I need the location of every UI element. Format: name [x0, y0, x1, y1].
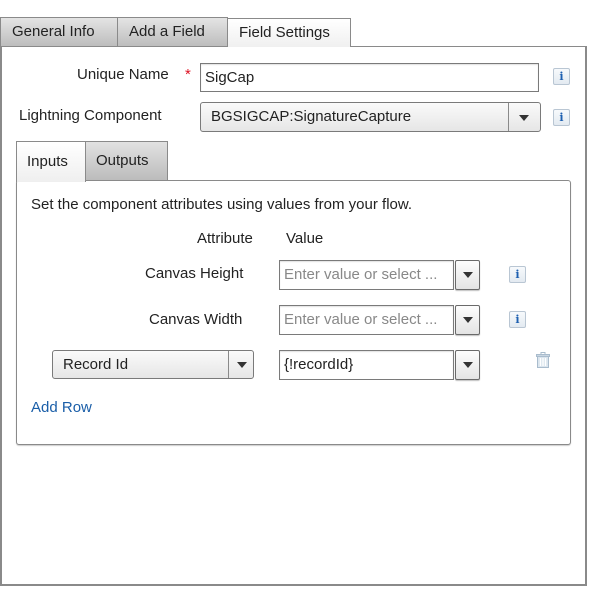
canvas-height-value-dropdown[interactable] — [455, 260, 480, 290]
info-icon[interactable]: i — [509, 266, 526, 283]
lightning-component-select[interactable]: BGSIGCAP:SignatureCapture — [200, 102, 541, 132]
tab-general-info[interactable]: General Info — [0, 17, 118, 46]
select-divider — [508, 103, 509, 131]
chevron-down-icon — [237, 362, 247, 368]
chevron-down-icon — [463, 272, 473, 278]
info-icon[interactable]: i — [553, 109, 570, 126]
attribute-label-canvas-height: Canvas Height — [145, 265, 244, 282]
tab-add-a-field[interactable]: Add a Field — [117, 17, 228, 46]
column-header-value: Value — [286, 230, 324, 247]
tab-outputs[interactable]: Outputs — [85, 141, 168, 180]
tab-inputs[interactable]: Inputs — [16, 141, 86, 182]
canvas-height-value-input[interactable]: Enter value or select ... — [279, 260, 454, 290]
select-divider — [228, 351, 229, 378]
lightning-component-label: Lightning Component — [19, 107, 162, 124]
inputs-description: Set the component attributes using value… — [31, 196, 413, 213]
trash-icon[interactable] — [536, 352, 550, 372]
unique-name-label: Unique Name — [77, 66, 169, 83]
unique-name-input[interactable]: SigCap — [200, 63, 539, 92]
tab-field-settings[interactable]: Field Settings — [227, 18, 351, 47]
attribute-select-record-id[interactable]: Record Id — [52, 350, 254, 379]
canvas-width-value-input[interactable]: Enter value or select ... — [279, 305, 454, 335]
info-icon[interactable]: i — [553, 68, 570, 85]
chevron-down-icon — [463, 362, 473, 368]
attribute-label-canvas-width: Canvas Width — [149, 311, 243, 328]
info-icon[interactable]: i — [509, 311, 526, 328]
canvas-width-value-dropdown[interactable] — [455, 305, 480, 335]
chevron-down-icon — [463, 317, 473, 323]
chevron-down-icon — [519, 115, 529, 121]
add-row-link[interactable]: Add Row — [31, 399, 92, 416]
lightning-component-value: BGSIGCAP:SignatureCapture — [211, 108, 412, 125]
column-header-attribute: Attribute — [197, 230, 253, 247]
record-id-value-input[interactable]: {!recordId} — [279, 350, 454, 380]
record-id-value-dropdown[interactable] — [455, 350, 480, 380]
attribute-select-value: Record Id — [63, 356, 129, 373]
required-marker: * — [185, 66, 191, 83]
